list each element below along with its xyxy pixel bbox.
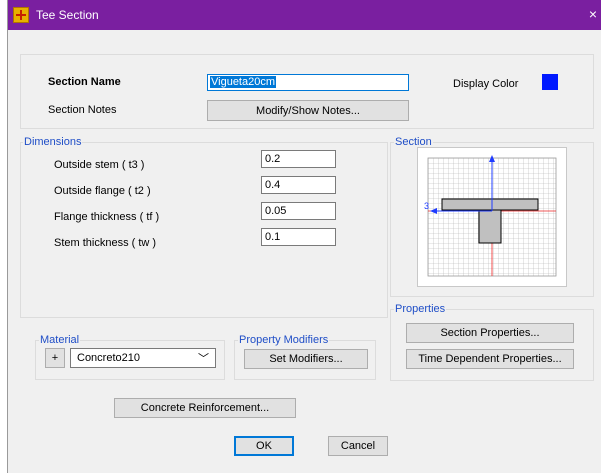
display-color-label: Display Color: [453, 78, 519, 90]
ok-button[interactable]: OK: [234, 436, 294, 456]
time-dependent-properties-button[interactable]: Time Dependent Properties...: [406, 349, 574, 369]
outside-stem-label: Outside stem ( t3 ): [54, 159, 145, 171]
cancel-button[interactable]: Cancel: [328, 436, 388, 456]
section-preview: 3: [417, 147, 567, 287]
stem-thickness-input[interactable]: 0.1: [261, 228, 336, 246]
outside-flange-label: Outside flange ( t2 ): [54, 185, 151, 197]
section-properties-button[interactable]: Section Properties...: [406, 323, 574, 343]
outside-flange-input[interactable]: 0.4: [261, 176, 336, 194]
flange-thickness-input[interactable]: 0.05: [261, 202, 336, 220]
section-name-value: Vigueta20cm: [210, 76, 277, 88]
tee-section-dialog: Tee Section × Section Name Vigueta20cm D…: [8, 0, 601, 473]
window-title: Tee Section: [36, 8, 99, 22]
app-icon: [13, 7, 29, 23]
material-label: Material: [39, 334, 81, 346]
chevron-down-icon: ﹀: [198, 353, 209, 365]
section-name-input[interactable]: Vigueta20cm: [207, 74, 409, 91]
close-icon[interactable]: ×: [589, 6, 597, 22]
section-notes-label: Section Notes: [48, 104, 117, 116]
property-modifiers-label: Property Modifiers: [238, 334, 330, 346]
material-selected-value: Concreto210: [77, 352, 140, 364]
add-material-button[interactable]: +: [45, 348, 65, 368]
material-select[interactable]: Concreto210 ﹀: [70, 348, 216, 368]
concrete-reinforcement-button[interactable]: Concrete Reinforcement...: [114, 398, 296, 418]
title-bar: Tee Section ×: [8, 0, 601, 30]
properties-group: [390, 309, 594, 381]
tee-section-drawing: 3: [424, 155, 557, 277]
stem-thickness-label: Stem thickness ( tw ): [54, 237, 157, 249]
section-name-label: Section Name: [48, 76, 121, 88]
modify-notes-button[interactable]: Modify/Show Notes...: [207, 100, 409, 121]
display-color-swatch[interactable]: [542, 74, 558, 90]
properties-label: Properties: [394, 303, 447, 315]
flange-thickness-label: Flange thickness ( tf ): [54, 211, 160, 223]
outside-stem-input[interactable]: 0.2: [261, 150, 336, 168]
set-modifiers-button[interactable]: Set Modifiers...: [244, 349, 368, 369]
dimensions-label: Dimensions: [23, 136, 83, 148]
axis-3-label: 3: [424, 201, 429, 211]
